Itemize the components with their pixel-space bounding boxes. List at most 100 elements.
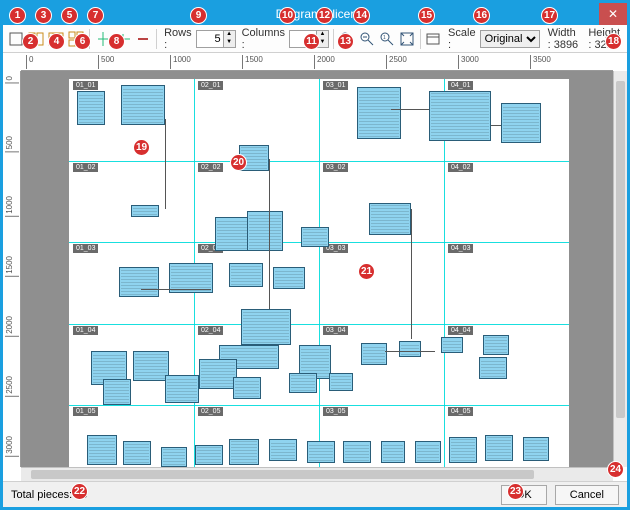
- diagram-node[interactable]: [161, 447, 187, 467]
- add-slice-v-button[interactable]: [114, 28, 132, 50]
- zoom-actual-button[interactable]: 1: [378, 28, 396, 50]
- toolbar-separator: [156, 29, 157, 49]
- cell-label: 03_01: [323, 81, 348, 90]
- toolbar-separator: [89, 29, 90, 49]
- zoom-fit-button[interactable]: [398, 28, 416, 50]
- scale-select[interactable]: Original: [480, 30, 540, 48]
- diagram-node[interactable]: [301, 227, 329, 247]
- diagram-node[interactable]: [357, 87, 401, 139]
- cell-label: 02_05: [198, 407, 223, 416]
- close-button[interactable]: ✕: [599, 3, 627, 25]
- svg-text:1: 1: [383, 35, 386, 41]
- diagram-node[interactable]: [269, 439, 297, 461]
- diagram-node[interactable]: [241, 309, 291, 345]
- diagram-node[interactable]: [239, 145, 269, 171]
- diagram-node[interactable]: [103, 379, 131, 405]
- rows-label: Rows :: [164, 27, 192, 51]
- diagram-node[interactable]: [415, 441, 441, 463]
- diagram-node[interactable]: [361, 343, 387, 365]
- toolbar-separator: [333, 29, 334, 49]
- diagram-node[interactable]: [307, 441, 335, 463]
- diagram-node[interactable]: [501, 103, 541, 143]
- scrollbar-vertical[interactable]: [613, 71, 627, 467]
- diagram-node[interactable]: [483, 335, 509, 355]
- zoom-in-button[interactable]: [338, 28, 356, 50]
- diagram-node[interactable]: [247, 211, 283, 251]
- canvas[interactable]: 01_01 02_01 03_01 04_01 01_02 02_02 03_02 04_02…: [21, 71, 613, 467]
- cell-label: 04_01: [448, 81, 473, 90]
- cell-label: 01_04: [73, 326, 98, 335]
- titlebar[interactable]: Diagram Slicer ✕: [3, 3, 627, 25]
- diagram-node[interactable]: [449, 437, 477, 463]
- diagram-node[interactable]: [119, 267, 159, 297]
- columns-spinner[interactable]: ▲▼: [289, 30, 329, 48]
- diagram-node[interactable]: [165, 375, 199, 403]
- preview-toggle-button[interactable]: [424, 28, 442, 50]
- scroll-thumb-h[interactable]: [31, 470, 534, 479]
- cell-label: 01_02: [73, 163, 98, 172]
- rows-input[interactable]: [197, 31, 223, 47]
- diagram-node[interactable]: [343, 441, 371, 463]
- diagram-node[interactable]: [381, 441, 405, 463]
- rows-down[interactable]: ▼: [223, 39, 235, 47]
- cell-label: 04_04: [448, 326, 473, 335]
- remove-slice-button[interactable]: [134, 28, 152, 50]
- toolbar: Rows : ▲▼ Columns : ▲▼ 1 Scale : Origina…: [3, 25, 627, 53]
- cell-label: 03_04: [323, 326, 348, 335]
- content-area: 0500100015002000250030003500 05001000150…: [3, 53, 627, 481]
- diagram-page[interactable]: 01_01 02_01 03_01 04_01 01_02 02_02 03_02 04_02…: [69, 79, 569, 467]
- diagram-node[interactable]: [273, 267, 305, 289]
- window-title: Diagram Slicer: [276, 7, 355, 21]
- cell-label: 01_01: [73, 81, 98, 90]
- cell-label: 02_02: [198, 163, 223, 172]
- diagram-node[interactable]: [77, 91, 105, 125]
- diagram-node[interactable]: [123, 441, 151, 465]
- scale-label: Scale :: [448, 27, 476, 51]
- cell-label: 04_02: [448, 163, 473, 172]
- width-info: Width : 3896: [548, 27, 581, 51]
- zoom-out-button[interactable]: [358, 28, 376, 50]
- diagram-node[interactable]: [399, 341, 421, 357]
- diagram-node[interactable]: [329, 373, 353, 391]
- diagram-node[interactable]: [229, 263, 263, 287]
- diagram-node[interactable]: [485, 435, 513, 461]
- diagram-node[interactable]: [233, 377, 261, 399]
- scroll-thumb-v[interactable]: [616, 81, 625, 418]
- cols-up[interactable]: ▲: [316, 31, 328, 39]
- rows-spinner[interactable]: ▲▼: [196, 30, 236, 48]
- diagram-node[interactable]: [195, 445, 223, 465]
- scrollbar-horizontal[interactable]: [21, 467, 613, 481]
- cell-label: 02_01: [198, 81, 223, 90]
- diagram-node[interactable]: [369, 203, 411, 235]
- diagram-node[interactable]: [479, 357, 507, 379]
- diagram-node[interactable]: [429, 91, 491, 141]
- total-pieces-label: Total pieces: 20: [11, 489, 87, 501]
- diagram-node[interactable]: [289, 373, 317, 393]
- columns-input[interactable]: [290, 31, 316, 47]
- diagram-node[interactable]: [215, 217, 251, 251]
- grid-4cell-button[interactable]: [67, 28, 85, 50]
- cols-down[interactable]: ▼: [316, 39, 328, 47]
- diagram-node[interactable]: [131, 205, 159, 217]
- cell-label: 02_04: [198, 326, 223, 335]
- diagram-node[interactable]: [133, 351, 169, 381]
- rows-up[interactable]: ▲: [223, 31, 235, 39]
- cell-label: 03_02: [323, 163, 348, 172]
- grid-2col-button[interactable]: [27, 28, 45, 50]
- diagram-node[interactable]: [199, 359, 237, 389]
- cell-label: 03_05: [323, 407, 348, 416]
- cell-label: 01_05: [73, 407, 98, 416]
- diagram-node[interactable]: [87, 435, 117, 465]
- diagram-node[interactable]: [121, 85, 165, 125]
- cancel-button[interactable]: Cancel: [555, 485, 619, 505]
- ok-button[interactable]: OK: [501, 485, 547, 505]
- ruler-horizontal: 0500100015002000250030003500: [21, 53, 613, 71]
- diagram-node[interactable]: [523, 437, 549, 461]
- cell-label: 01_03: [73, 244, 98, 253]
- diagram-node[interactable]: [229, 439, 259, 465]
- add-slice-h-button[interactable]: [94, 28, 112, 50]
- toolbar-separator: [420, 29, 421, 49]
- select-tool-button[interactable]: [7, 28, 25, 50]
- diagram-node[interactable]: [441, 337, 463, 353]
- grid-3col-button[interactable]: [47, 28, 65, 50]
